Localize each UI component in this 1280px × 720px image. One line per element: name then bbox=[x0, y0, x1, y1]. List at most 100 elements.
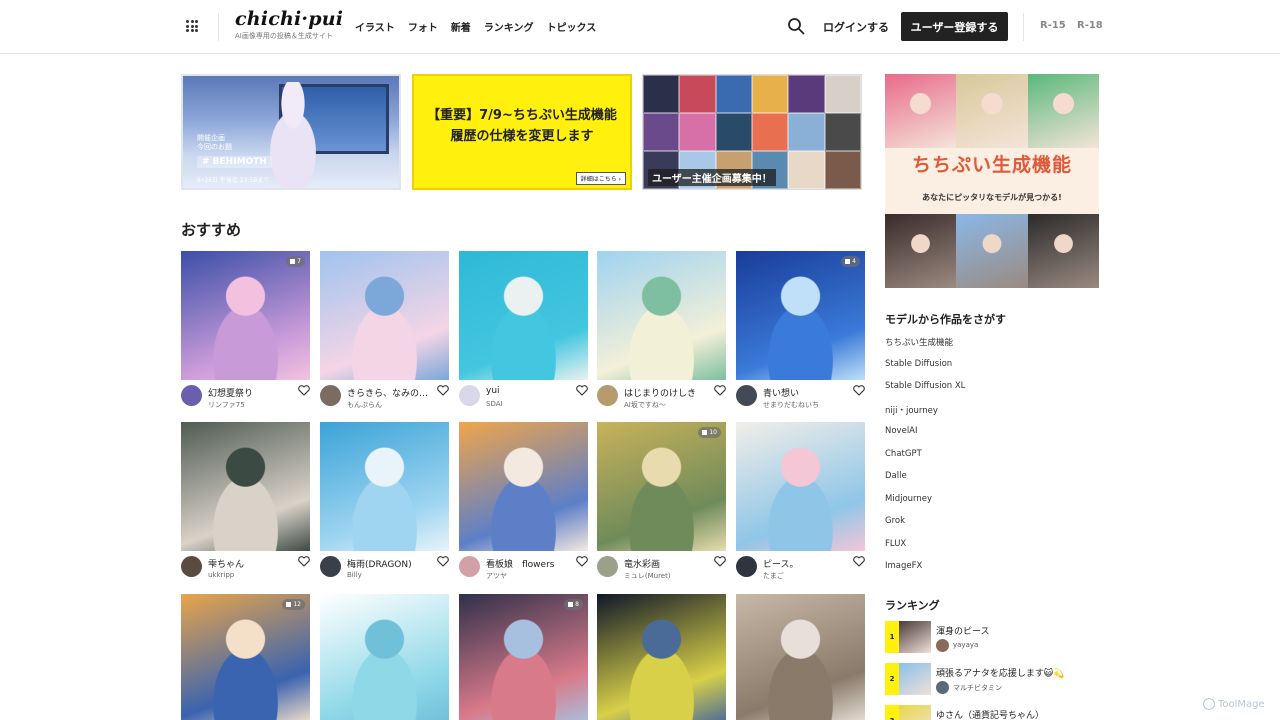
model-link[interactable]: Dalle bbox=[885, 471, 965, 494]
heart-icon[interactable] bbox=[714, 385, 726, 396]
nav-new[interactable]: 新着 bbox=[451, 19, 471, 34]
ranking-item[interactable]: 3 ゆさん（通貨記号ちゃん） bbox=[885, 705, 1099, 720]
ranking-title-text[interactable]: 頑張るアナタを応援します😺💫 bbox=[936, 666, 1064, 679]
artwork-title[interactable]: ピース。 bbox=[763, 557, 849, 570]
heart-icon[interactable] bbox=[714, 556, 726, 567]
artwork-card[interactable]: きらきら、なみのお… もんぷらん bbox=[320, 251, 449, 414]
avatar[interactable] bbox=[597, 556, 618, 577]
ranking-thumbnail[interactable] bbox=[899, 705, 931, 720]
ranking-thumbnail[interactable] bbox=[899, 621, 931, 653]
artwork-author[interactable]: SDAI bbox=[486, 400, 572, 408]
r15-toggle[interactable]: R-15 bbox=[1040, 20, 1066, 31]
artwork-thumbnail[interactable]: 12 bbox=[181, 594, 310, 720]
heart-icon[interactable] bbox=[853, 385, 865, 396]
ranking-author[interactable]: yayaya bbox=[953, 641, 978, 649]
artwork-thumbnail[interactable] bbox=[459, 422, 588, 551]
nav-photo[interactable]: フォト bbox=[408, 19, 438, 34]
model-link[interactable]: Midjourney bbox=[885, 494, 965, 517]
artwork-card[interactable]: はじまりのけしき AI坂ですね〜 bbox=[597, 251, 726, 414]
apps-grid-icon[interactable] bbox=[186, 20, 198, 32]
ranking-item[interactable]: 2 頑張るアナタを応援します😺💫 マルチビタミン bbox=[885, 663, 1099, 695]
model-link[interactable]: Stable Diffusion XL bbox=[885, 381, 965, 404]
model-link[interactable]: NovelAI bbox=[885, 426, 965, 449]
artwork-card[interactable] bbox=[597, 594, 726, 720]
artwork-thumbnail[interactable] bbox=[736, 422, 865, 551]
artwork-title[interactable]: 看板娘 flowers bbox=[486, 557, 572, 570]
heart-icon[interactable] bbox=[853, 556, 865, 567]
avatar[interactable] bbox=[936, 681, 949, 694]
artwork-card[interactable]: 7 幻想夏祭り リンファ75 bbox=[181, 251, 310, 414]
artwork-thumbnail[interactable] bbox=[736, 594, 865, 720]
site-logo[interactable]: chichi·pui AI画像専用の投稿＆生成サイト bbox=[235, 8, 343, 41]
nav-ranking[interactable]: ランキング bbox=[484, 19, 534, 34]
artwork-author[interactable]: アツヤ bbox=[486, 571, 572, 581]
artwork-title[interactable]: 青い想い bbox=[763, 386, 849, 399]
artwork-card[interactable]: 12 bbox=[181, 594, 310, 720]
nav-topics[interactable]: トピックス bbox=[547, 19, 597, 34]
model-link[interactable]: FLUX bbox=[885, 539, 965, 562]
artwork-thumbnail[interactable]: 8 bbox=[459, 594, 588, 720]
artwork-title[interactable]: 竜水彩画 bbox=[624, 557, 710, 570]
artwork-thumbnail[interactable]: 4 bbox=[736, 251, 865, 380]
artwork-card[interactable]: 雫ちゃん ukkripp bbox=[181, 422, 310, 585]
ranking-title-text[interactable]: 渾身のピース bbox=[936, 624, 990, 637]
avatar[interactable] bbox=[459, 556, 480, 577]
notice-banner[interactable]: 【重要】7/9~ちちぷい生成機能 履歴の仕様を変更します 詳細はこちら › bbox=[412, 74, 632, 190]
artwork-title[interactable]: 梅雨(DRAGON) bbox=[347, 557, 433, 570]
artwork-thumbnail[interactable]: 10 bbox=[597, 422, 726, 551]
heart-icon[interactable] bbox=[576, 385, 588, 396]
artwork-title[interactable]: きらきら、なみのお… bbox=[347, 386, 433, 399]
artwork-thumbnail[interactable] bbox=[597, 251, 726, 380]
generation-feature-banner[interactable]: ちちぷい生成機能 あなたにピッタリなモデルが見つかる! bbox=[885, 74, 1099, 288]
avatar[interactable] bbox=[936, 639, 949, 652]
avatar[interactable] bbox=[459, 385, 480, 406]
artwork-thumbnail[interactable] bbox=[320, 422, 449, 551]
artwork-card[interactable]: ピース。 たまご bbox=[736, 422, 865, 585]
user-event-banner[interactable]: ユーザー主催企画募集中！ bbox=[642, 74, 862, 190]
notice-details-button[interactable]: 詳細はこちら › bbox=[575, 172, 626, 185]
artwork-title[interactable]: yui bbox=[486, 386, 572, 396]
avatar[interactable] bbox=[181, 556, 202, 577]
model-link[interactable]: ChatGPT bbox=[885, 449, 965, 472]
r18-toggle[interactable]: R-18 bbox=[1077, 20, 1103, 31]
artwork-card[interactable] bbox=[320, 594, 449, 720]
artwork-author[interactable]: Billy bbox=[347, 571, 433, 579]
artwork-thumbnail[interactable] bbox=[320, 251, 449, 380]
model-link[interactable]: ちちぷい生成機能 bbox=[885, 336, 965, 359]
artwork-title[interactable]: 幻想夏祭り bbox=[208, 386, 294, 399]
artwork-card[interactable] bbox=[736, 594, 865, 720]
artwork-thumbnail[interactable] bbox=[459, 251, 588, 380]
artwork-thumbnail[interactable] bbox=[181, 422, 310, 551]
artwork-thumbnail[interactable] bbox=[320, 594, 449, 720]
logo-text[interactable]: chichi·pui bbox=[235, 8, 343, 30]
artwork-author[interactable]: ミュレ(Muret) bbox=[624, 571, 710, 581]
heart-icon[interactable] bbox=[298, 385, 310, 396]
artwork-author[interactable]: せまりだむねいち bbox=[763, 400, 849, 410]
ranking-thumbnail[interactable] bbox=[899, 663, 931, 695]
artwork-author[interactable]: たまご bbox=[763, 571, 849, 581]
heart-icon[interactable] bbox=[298, 556, 310, 567]
event-banner[interactable]: 開催企画 今回のお題 # BEHIMOTH 8•28日 午後迄 23:59まで bbox=[181, 74, 401, 190]
artwork-card[interactable]: yui SDAI bbox=[459, 251, 588, 414]
avatar[interactable] bbox=[736, 385, 757, 406]
heart-icon[interactable] bbox=[576, 556, 588, 567]
nav-illust[interactable]: イラスト bbox=[355, 19, 395, 34]
ranking-author[interactable]: マルチビタミン bbox=[953, 683, 1002, 693]
artwork-card[interactable]: 4 青い想い せまりだむねいち bbox=[736, 251, 865, 414]
artwork-title[interactable]: はじまりのけしき bbox=[624, 386, 710, 399]
artwork-title[interactable]: 雫ちゃん bbox=[208, 557, 294, 570]
avatar[interactable] bbox=[320, 385, 341, 406]
login-link[interactable]: ログインする bbox=[823, 19, 889, 35]
signup-button[interactable]: ユーザー登録する bbox=[901, 12, 1008, 41]
avatar[interactable] bbox=[597, 385, 618, 406]
artwork-card[interactable]: 看板娘 flowers アツヤ bbox=[459, 422, 588, 585]
artwork-card[interactable]: 10 竜水彩画 ミュレ(Muret) bbox=[597, 422, 726, 585]
artwork-thumbnail[interactable]: 7 bbox=[181, 251, 310, 380]
artwork-card[interactable]: 8 bbox=[459, 594, 588, 720]
avatar[interactable] bbox=[736, 556, 757, 577]
model-link[interactable]: niji・journey bbox=[885, 404, 965, 427]
artwork-thumbnail[interactable] bbox=[597, 594, 726, 720]
avatar[interactable] bbox=[181, 385, 202, 406]
heart-icon[interactable] bbox=[437, 385, 449, 396]
search-icon[interactable] bbox=[787, 17, 805, 35]
